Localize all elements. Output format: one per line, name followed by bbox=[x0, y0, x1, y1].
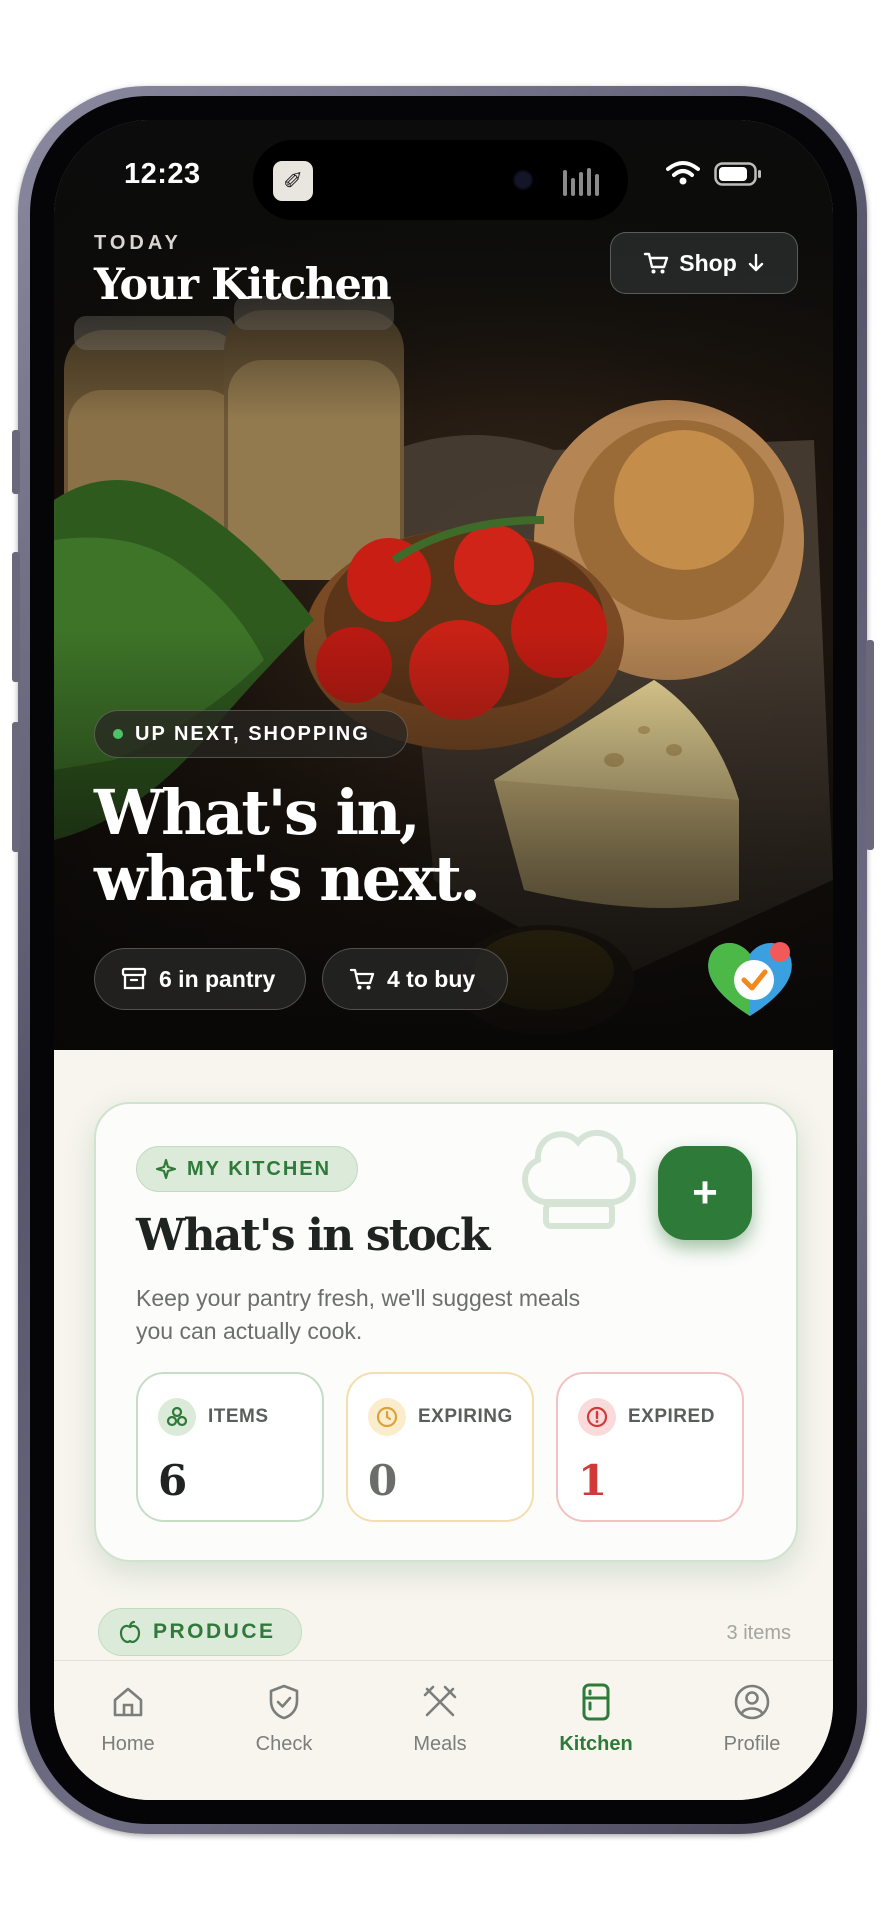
card-subtitle: Keep your pantry fresh, we'll suggest me… bbox=[136, 1285, 581, 1344]
screen: 12:23 ✐ TODAY Your Kitchen Shop UP NEXT,… bbox=[54, 120, 833, 1800]
cluster-icon bbox=[158, 1398, 196, 1436]
archive-box-icon bbox=[121, 967, 147, 990]
health-heart-badge-icon bbox=[708, 942, 792, 1016]
hero-eyebrow: TODAY bbox=[94, 232, 182, 254]
arrow-down-icon bbox=[748, 253, 763, 272]
hero-headline: What's in, what's next. bbox=[94, 780, 514, 912]
status-time: 12:23 bbox=[124, 158, 201, 190]
expiring-label: EXPIRING bbox=[418, 1406, 513, 1427]
wifi-icon bbox=[666, 161, 700, 185]
shop-button[interactable]: Shop bbox=[610, 232, 798, 294]
expired-label: EXPIRED bbox=[628, 1406, 715, 1427]
cart-icon bbox=[644, 252, 669, 274]
tab-kitchen-label: Kitchen bbox=[559, 1733, 633, 1755]
home-icon bbox=[113, 1687, 143, 1717]
pantry-count-label: 6 in pantry bbox=[159, 965, 276, 992]
clock-icon bbox=[368, 1398, 406, 1436]
camera-icon bbox=[515, 172, 531, 188]
up-next-label: UP NEXT, SHOPPING bbox=[135, 722, 370, 745]
apple-icon bbox=[119, 1620, 141, 1644]
hero-banner: 12:23 ✐ TODAY Your Kitchen Shop UP NEXT,… bbox=[54, 120, 833, 1050]
page-title: Your Kitchen bbox=[94, 260, 392, 310]
to-buy-pill[interactable]: 4 to buy bbox=[322, 948, 508, 1010]
expired-value: 1 bbox=[578, 1456, 608, 1505]
alert-circle-icon bbox=[578, 1398, 616, 1436]
headline-line-1: What's in, bbox=[94, 776, 421, 849]
tab-home-label: Home bbox=[101, 1733, 155, 1755]
wrench-app-icon: ✐ bbox=[273, 161, 313, 201]
tab-kitchen[interactable]: Kitchen bbox=[536, 1681, 656, 1756]
audio-bars-icon bbox=[563, 168, 599, 196]
expiring-value: 0 bbox=[368, 1456, 398, 1505]
items-value: 6 bbox=[158, 1456, 188, 1505]
produce-count: 3 items bbox=[726, 1622, 791, 1644]
tab-meals-label: Meals bbox=[413, 1733, 467, 1755]
action-button bbox=[12, 430, 20, 494]
utensils-icon bbox=[423, 1685, 457, 1717]
user-circle-icon bbox=[734, 1684, 770, 1720]
items-label: ITEMS bbox=[208, 1406, 269, 1427]
produce-label: PRODUCE bbox=[153, 1620, 276, 1643]
headline-line-2: what's next. bbox=[94, 842, 481, 915]
volume-up-button bbox=[12, 552, 20, 682]
stock-summary-card: MY KITCHEN What's in stock Keep your pan… bbox=[94, 1102, 798, 1562]
tab-bar: Home Check Meals Kitchen Profile bbox=[54, 1660, 833, 1800]
add-item-button[interactable]: + bbox=[658, 1146, 752, 1240]
expiring-metric[interactable]: EXPIRING 0 bbox=[346, 1372, 534, 1522]
sparkle-icon bbox=[155, 1158, 177, 1180]
tab-check-label: Check bbox=[255, 1733, 313, 1755]
content-area: MY KITCHEN What's in stock Keep your pan… bbox=[54, 1050, 833, 1660]
items-metric[interactable]: ITEMS 6 bbox=[136, 1372, 324, 1522]
dynamic-island: ✐ bbox=[253, 140, 628, 220]
volume-down-button bbox=[12, 722, 20, 852]
expired-metric[interactable]: EXPIRED 1 bbox=[556, 1372, 744, 1522]
shop-button-label: Shop bbox=[679, 249, 737, 276]
up-next-pill: UP NEXT, SHOPPING bbox=[94, 710, 408, 758]
tab-profile-label: Profile bbox=[723, 1733, 781, 1755]
tab-meals[interactable]: Meals bbox=[380, 1681, 500, 1756]
battery-icon bbox=[714, 162, 761, 186]
tab-profile[interactable]: Profile bbox=[692, 1681, 812, 1756]
shield-check-icon bbox=[269, 1684, 299, 1720]
produce-section-tag[interactable]: PRODUCE bbox=[98, 1608, 302, 1656]
fridge-icon bbox=[582, 1683, 610, 1721]
tab-check[interactable]: Check bbox=[224, 1681, 344, 1756]
my-kitchen-label: MY KITCHEN bbox=[187, 1157, 332, 1180]
cart-icon bbox=[349, 968, 375, 990]
card-title: What's in stock bbox=[136, 1210, 490, 1261]
tab-home[interactable]: Home bbox=[68, 1681, 188, 1756]
to-buy-label: 4 to buy bbox=[387, 965, 476, 992]
pantry-count-pill[interactable]: 6 in pantry bbox=[94, 948, 306, 1010]
power-button bbox=[866, 640, 874, 850]
status-dot-icon bbox=[113, 729, 123, 739]
chef-hat-icon bbox=[522, 1130, 636, 1229]
my-kitchen-tag: MY KITCHEN bbox=[136, 1146, 358, 1192]
